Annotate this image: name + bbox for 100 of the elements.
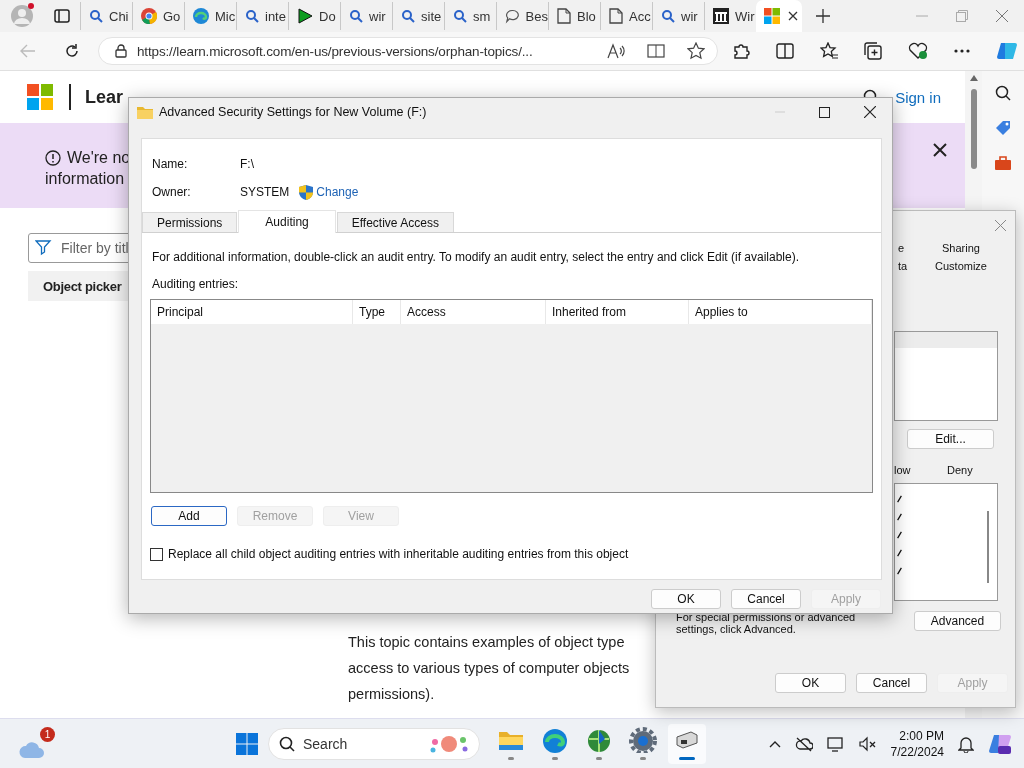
- browser-tab[interactable]: inte: [236, 2, 288, 30]
- notification-dot: [28, 3, 34, 9]
- document-icon: [609, 8, 623, 24]
- dialog-button[interactable]: OK: [775, 673, 846, 693]
- tab[interactable]: Effective Access: [336, 212, 454, 232]
- lock-icon: [115, 44, 127, 58]
- column-header[interactable]: Principal: [151, 300, 353, 324]
- speaker-muted-icon[interactable]: [858, 735, 877, 752]
- bell-icon[interactable]: [958, 734, 974, 753]
- dialog-button[interactable]: OK: [651, 589, 721, 609]
- display-icon[interactable]: [826, 735, 845, 752]
- search-icon: [661, 9, 675, 23]
- list-label: Auditing entries:: [152, 277, 240, 291]
- paragraph-line: access to various types of computer objects: [348, 659, 630, 678]
- maximize-icon[interactable]: [819, 106, 830, 118]
- folder-icon: [137, 105, 153, 119]
- browser-tab[interactable]: wir: [652, 2, 704, 30]
- field-value: F:\: [240, 157, 254, 171]
- copilot-icon[interactable]: [996, 40, 1018, 62]
- split-screen-icon[interactable]: [776, 43, 794, 59]
- list-box[interactable]: [894, 331, 998, 421]
- browser-icon: [541, 727, 569, 753]
- edge-icon: [193, 8, 209, 24]
- document-icon: [557, 8, 571, 24]
- field-label: Name:: [152, 157, 189, 171]
- close-icon[interactable]: [933, 143, 947, 157]
- tab[interactable]: Permissions: [142, 212, 238, 232]
- tab[interactable]: ta: [894, 260, 926, 272]
- start-icon[interactable]: [236, 732, 258, 755]
- shield-icon: [299, 184, 314, 200]
- puzzle-icon[interactable]: [732, 42, 750, 60]
- change-link[interactable]: Change: [299, 184, 359, 200]
- play-icon: [297, 8, 313, 24]
- scrollbar-thumb[interactable]: [987, 511, 989, 583]
- browser-tab[interactable]: site: [392, 2, 444, 30]
- browser-tab[interactable]: Wir: [704, 2, 756, 30]
- scrollbar-thumb[interactable]: [970, 89, 977, 169]
- dialog-button[interactable]: Cancel: [856, 673, 927, 693]
- column-header[interactable]: Applies to: [689, 300, 872, 324]
- close-icon[interactable]: [788, 11, 798, 21]
- tab-actions-icon[interactable]: [54, 8, 70, 24]
- site-brand[interactable]: Lear: [85, 86, 124, 108]
- plus-icon[interactable]: [816, 9, 830, 23]
- advanced-button[interactable]: Advanced: [914, 611, 1001, 631]
- toolbox-icon[interactable]: [994, 155, 1012, 171]
- column-header[interactable]: Access: [401, 300, 546, 324]
- info-icon: [45, 149, 61, 166]
- column-header: low: [894, 464, 912, 476]
- refresh-icon[interactable]: [64, 43, 80, 59]
- tab[interactable]: e: [894, 242, 926, 254]
- browser-tab[interactable]: Acc: [600, 2, 652, 30]
- favorites-icon[interactable]: [820, 42, 838, 60]
- instruction-text: For additional information, double-click an audit entry. To modify an audit entry, select the entry and click Edit (if available).: [152, 250, 800, 264]
- dialog-button[interactable]: Cancel: [731, 589, 801, 609]
- scroll-up-icon: [969, 75, 978, 81]
- tag-icon[interactable]: [994, 119, 1012, 137]
- search-icon: [401, 9, 415, 23]
- column-header[interactable]: Type: [353, 300, 401, 324]
- notice-text: information: [45, 169, 126, 189]
- browser-tab[interactable]: sm: [444, 2, 496, 30]
- search-icon[interactable]: [995, 85, 1011, 101]
- paragraph-line: permissions).: [348, 685, 435, 704]
- chevron-up-icon[interactable]: [768, 739, 781, 748]
- browser-tab[interactable]: Go: [132, 2, 184, 30]
- entries-table[interactable]: Principal Type Access Inherited from Applies to: [150, 299, 873, 493]
- collections-icon[interactable]: [864, 42, 882, 60]
- window-title: Advanced Security Settings for New Volume (F:): [159, 105, 427, 119]
- search-field[interactable]: Search: [268, 727, 480, 760]
- search-icon: [349, 9, 363, 23]
- cloud-off-icon[interactable]: [794, 735, 813, 752]
- tab[interactable]: Auditing: [238, 210, 336, 233]
- reader-view-icon[interactable]: [647, 43, 665, 59]
- close-icon[interactable]: [864, 106, 876, 118]
- avatar-icon[interactable]: [11, 5, 33, 27]
- browser-tab[interactable]: Blo: [548, 2, 600, 30]
- search-icon: [89, 9, 103, 23]
- star-icon[interactable]: [687, 42, 705, 60]
- clock[interactable]: 2:00 PM 7/22/2024: [890, 727, 944, 760]
- search-icon: [453, 9, 467, 23]
- browser-tab[interactable]: [756, 0, 802, 32]
- browser-tab[interactable]: wir: [340, 2, 392, 30]
- browser-tab[interactable]: Bes: [496, 2, 548, 30]
- gear-icon: [629, 727, 657, 753]
- more-icon[interactable]: [954, 49, 970, 53]
- chat-icon: [505, 8, 520, 24]
- tab[interactable]: Sharing: [926, 242, 996, 254]
- address-bar[interactable]: https://learn.microsoft.com/en-us/previous-versions/orphan-topics/...: [98, 37, 718, 65]
- heart-icon[interactable]: [908, 42, 928, 60]
- sign-in-link[interactable]: Sign in: [895, 88, 941, 106]
- taskbar-app[interactable]: [668, 723, 706, 764]
- browser-tab[interactable]: Chi: [80, 2, 132, 30]
- read-aloud-icon[interactable]: [607, 43, 625, 59]
- browser-tab[interactable]: Mic: [184, 2, 236, 30]
- edit-button[interactable]: Edit...: [907, 429, 994, 449]
- column-header[interactable]: Inherited from: [546, 300, 689, 324]
- checkbox[interactable]: [150, 547, 163, 561]
- browser-tab[interactable]: Do: [288, 2, 340, 30]
- chrome-icon: [141, 8, 157, 24]
- action-button[interactable]: Add: [151, 506, 227, 526]
- tab[interactable]: Customize: [926, 260, 996, 272]
